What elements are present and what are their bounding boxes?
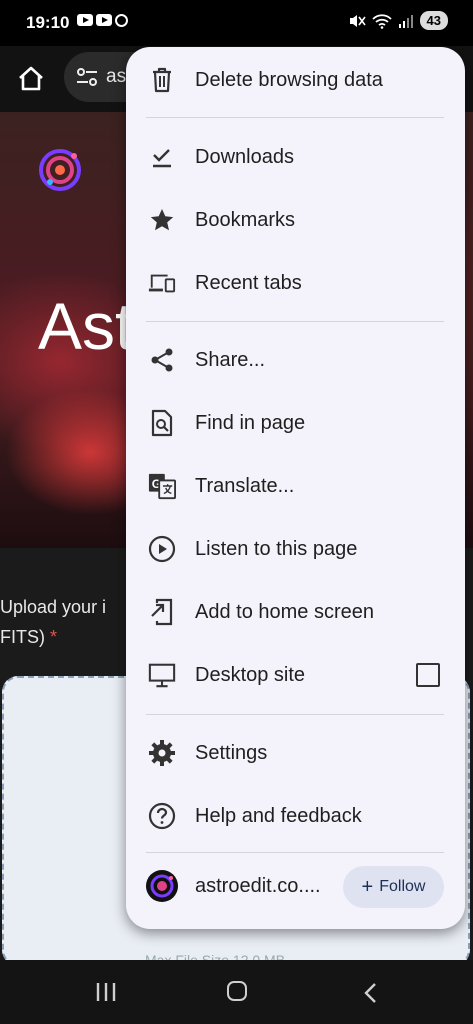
signal-icon bbox=[398, 14, 413, 28]
menu-item-share[interactable]: Share... bbox=[126, 332, 465, 388]
menu-divider bbox=[146, 117, 444, 118]
menu-item-help-and-feedback[interactable]: Help and feedback bbox=[126, 788, 465, 844]
menu-item-add-to-home-screen[interactable]: Add to home screen bbox=[126, 584, 465, 640]
check-circle-icon bbox=[115, 14, 128, 27]
youtube-icon bbox=[96, 14, 112, 26]
devices-icon bbox=[148, 269, 176, 297]
menu-divider bbox=[146, 714, 444, 715]
play-circle-icon bbox=[148, 535, 176, 563]
home-icon[interactable] bbox=[16, 64, 46, 94]
menu-item-find-in-page[interactable]: Find in page bbox=[126, 395, 465, 451]
site-logo bbox=[39, 149, 81, 191]
site-name: astroedit.co.... bbox=[195, 875, 321, 897]
menu-item-recent-tabs[interactable]: Recent tabs bbox=[126, 255, 465, 311]
desktop-icon bbox=[148, 661, 176, 689]
add-to-home-icon bbox=[148, 598, 176, 626]
site-settings-icon[interactable] bbox=[76, 68, 98, 86]
back-icon[interactable] bbox=[362, 982, 378, 1004]
clock: 19:10 bbox=[26, 13, 70, 32]
download-done-icon bbox=[148, 143, 176, 171]
status-bar: 19:10 43 bbox=[0, 0, 473, 46]
site-favicon bbox=[146, 870, 178, 902]
star-icon bbox=[148, 206, 176, 234]
system-icons: 43 bbox=[348, 11, 448, 30]
menu-item-bookmarks[interactable]: Bookmarks bbox=[126, 192, 465, 248]
desktop-site-checkbox[interactable] bbox=[416, 663, 440, 687]
mute-icon bbox=[349, 14, 366, 27]
follow-button[interactable]: + Follow bbox=[343, 866, 444, 908]
menu-item-downloads[interactable]: Downloads bbox=[126, 129, 465, 185]
translate-icon: G bbox=[148, 472, 176, 500]
hero-title: Ast bbox=[38, 289, 134, 363]
upload-label: Upload your i FITS) * bbox=[0, 597, 107, 647]
wifi-icon bbox=[371, 13, 392, 29]
required-mark: * bbox=[50, 627, 58, 647]
share-icon bbox=[148, 346, 176, 374]
menu-divider bbox=[146, 852, 444, 853]
gear-icon bbox=[148, 739, 176, 767]
plus-icon: + bbox=[361, 876, 374, 898]
menu-item-delete-browsing-data[interactable]: Delete browsing data bbox=[126, 52, 465, 108]
menu-item-translate[interactable]: G Translate... bbox=[126, 458, 465, 514]
help-icon bbox=[148, 802, 176, 830]
system-nav-bar bbox=[0, 960, 473, 1024]
recent-apps-icon[interactable] bbox=[95, 982, 117, 1002]
menu-item-desktop-site[interactable]: Desktop site bbox=[126, 647, 465, 703]
notification-icons bbox=[77, 14, 128, 27]
youtube-icon bbox=[77, 14, 93, 26]
url-text: as bbox=[106, 66, 127, 87]
battery-indicator: 43 bbox=[419, 11, 448, 30]
menu-item-settings[interactable]: Settings bbox=[126, 725, 465, 781]
nav-home-button[interactable] bbox=[227, 981, 247, 1001]
trash-icon bbox=[148, 66, 176, 94]
overflow-menu: Delete browsing data Downloads Bookmarks… bbox=[126, 47, 465, 929]
find-in-page-icon bbox=[148, 409, 176, 437]
menu-divider bbox=[146, 321, 444, 322]
menu-item-listen-to-page[interactable]: Listen to this page bbox=[126, 521, 465, 577]
site-follow-row: astroedit.co.... + Follow bbox=[126, 857, 465, 917]
